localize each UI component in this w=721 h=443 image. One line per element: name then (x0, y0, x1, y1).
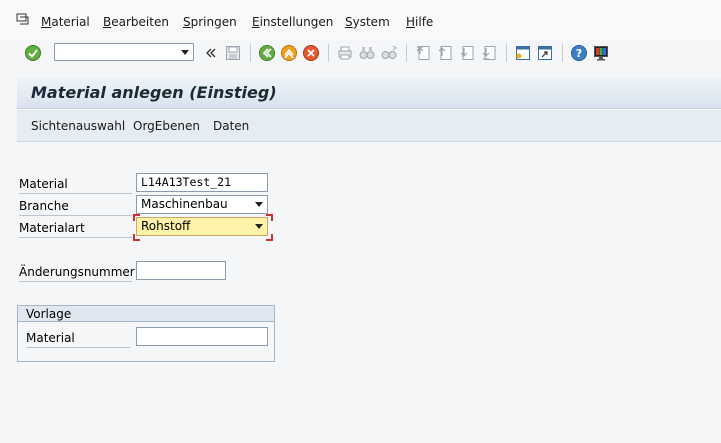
new-session-icon[interactable] (514, 44, 532, 62)
cancel-icon[interactable] (302, 44, 320, 62)
toolbar-separator (562, 44, 563, 62)
menu-material[interactable]: Material (41, 15, 90, 29)
daten-button[interactable]: Daten (213, 119, 249, 133)
collapse-command-icon[interactable] (202, 44, 220, 62)
find-icon[interactable] (358, 44, 376, 62)
vorlage-group-title: Vorlage (18, 306, 274, 322)
chevron-down-icon[interactable] (255, 202, 263, 207)
aenderungsnummer-label: Änderungsnummer (19, 262, 135, 282)
save-icon[interactable] (224, 44, 242, 62)
toolbar-separator (506, 44, 507, 62)
materialart-label: Materialart (19, 218, 132, 238)
branche-dropdown[interactable]: Maschinenbau (136, 195, 268, 214)
material-label: Material (19, 174, 132, 194)
svg-text:?: ? (576, 47, 582, 60)
required-marker (266, 234, 273, 241)
vorlage-material-label: Material (26, 328, 130, 348)
last-page-icon[interactable] (480, 44, 498, 62)
help-icon[interactable]: ? (570, 44, 588, 62)
toolbar-separator (328, 44, 329, 62)
chevron-down-icon[interactable] (181, 50, 189, 55)
layout-menu-icon[interactable] (592, 44, 610, 62)
material-input[interactable]: L14A13Test_21 (136, 173, 268, 192)
first-page-icon[interactable] (414, 44, 432, 62)
previous-page-icon[interactable] (436, 44, 454, 62)
menu-bar: Material Bearbeiten Springen Einstellung… (0, 0, 721, 40)
enter-icon[interactable] (24, 44, 42, 62)
system-menu-icon[interactable] (16, 13, 30, 25)
next-page-icon[interactable] (458, 44, 476, 62)
exit-icon[interactable] (280, 44, 298, 62)
required-marker (133, 214, 140, 221)
menu-einstellungen[interactable]: Einstellungen (252, 15, 333, 29)
toolbar-separator (250, 44, 251, 62)
back-icon[interactable] (258, 44, 276, 62)
required-marker (266, 214, 273, 221)
command-field[interactable] (54, 43, 194, 61)
find-next-icon[interactable] (380, 44, 398, 62)
menu-system[interactable]: System (345, 15, 390, 29)
materialart-dropdown[interactable]: Rohstoff (136, 217, 268, 236)
shortcut-icon[interactable] (536, 44, 554, 62)
sichtenauswahl-button[interactable]: Sichtenauswahl (31, 119, 125, 133)
orgebenen-button[interactable]: OrgEbenen (133, 119, 200, 133)
branche-label: Branche (19, 196, 132, 216)
title-bar: Material anlegen (Einstieg) (17, 78, 721, 109)
menu-bearbeiten[interactable]: Bearbeiten (103, 15, 169, 29)
required-marker (133, 234, 140, 241)
menu-hilfe[interactable]: Hilfe (406, 15, 433, 29)
toolbar-separator (406, 44, 407, 62)
chevron-down-icon[interactable] (255, 224, 263, 229)
aenderungsnummer-input[interactable] (136, 261, 226, 280)
vorlage-material-input[interactable] (136, 327, 268, 346)
page-title: Material anlegen (Einstieg) (31, 83, 277, 102)
print-icon[interactable] (336, 44, 354, 62)
application-toolbar: Sichtenauswahl OrgEbenen Daten (17, 110, 721, 142)
menu-springen[interactable]: Springen (183, 15, 237, 29)
